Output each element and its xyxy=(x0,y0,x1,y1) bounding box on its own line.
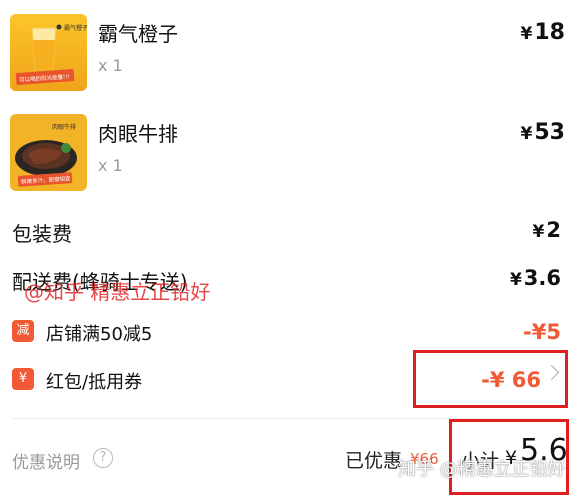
packaging-fee-label: 包装费 xyxy=(12,222,72,246)
discount-notes-link[interactable]: 优惠说明 xyxy=(12,448,80,473)
store-discount-row: 减 店铺满50减5 -¥5 xyxy=(12,318,561,348)
svg-text:霸气橙子: 霸气橙子 xyxy=(64,24,87,32)
currency-symbol: ¥ xyxy=(520,24,533,44)
store-discount-value: -¥5 xyxy=(523,320,561,344)
delivery-fee-amount: 3.6 xyxy=(523,266,561,290)
item-name: 霸气橙子 xyxy=(98,22,178,46)
svg-text:肉眼牛排: 肉眼牛排 xyxy=(52,123,76,131)
currency-symbol: ¥ xyxy=(532,222,545,242)
item-quantity: x 1 xyxy=(98,56,123,75)
item-quantity: x 1 xyxy=(98,156,123,175)
coupon-label: 红包/抵用券 xyxy=(46,372,143,393)
item-price: ¥53 xyxy=(521,120,565,145)
watermark-overlay: 知乎 @精惠立正铅好 xyxy=(398,459,566,480)
packaging-fee-amount: 2 xyxy=(546,218,561,242)
store-discount-label: 店铺满50减5 xyxy=(46,324,153,345)
product-image-steak[interactable]: 肉眼牛排 鲜嫩多汁，肥瘦相宜 xyxy=(10,114,87,191)
item-price-value: 18 xyxy=(534,20,565,45)
product-image-orange-drink[interactable]: 霸气橙子 可以喝的阳光能量!!! xyxy=(10,14,87,91)
packaging-fee-value: ¥2 xyxy=(533,218,561,242)
order-item: 肉眼牛排 鲜嫩多汁，肥瘦相宜 肉眼牛排 x 1 ¥53 xyxy=(10,114,565,194)
watermark-overlay: @知乎 精惠立正铅好 xyxy=(24,280,211,304)
annotation-box-coupon xyxy=(413,350,568,408)
coupon-badge-icon: ¥ xyxy=(12,368,34,390)
help-icon[interactable]: ? xyxy=(93,448,113,468)
packaging-fee-row: 包装费 ¥2 xyxy=(12,216,561,246)
saved-label: 已优惠 xyxy=(345,450,403,472)
item-price-value: 53 xyxy=(534,120,565,145)
currency-symbol: ¥ xyxy=(520,124,533,144)
item-price: ¥18 xyxy=(521,20,565,45)
discount-badge-icon: 减 xyxy=(12,320,34,342)
order-item: 霸气橙子 可以喝的阳光能量!!! 霸气橙子 x 1 ¥18 xyxy=(10,14,565,94)
item-name: 肉眼牛排 xyxy=(98,122,178,146)
delivery-fee-value: ¥3.6 xyxy=(510,266,561,290)
currency-symbol: ¥ xyxy=(509,270,522,290)
